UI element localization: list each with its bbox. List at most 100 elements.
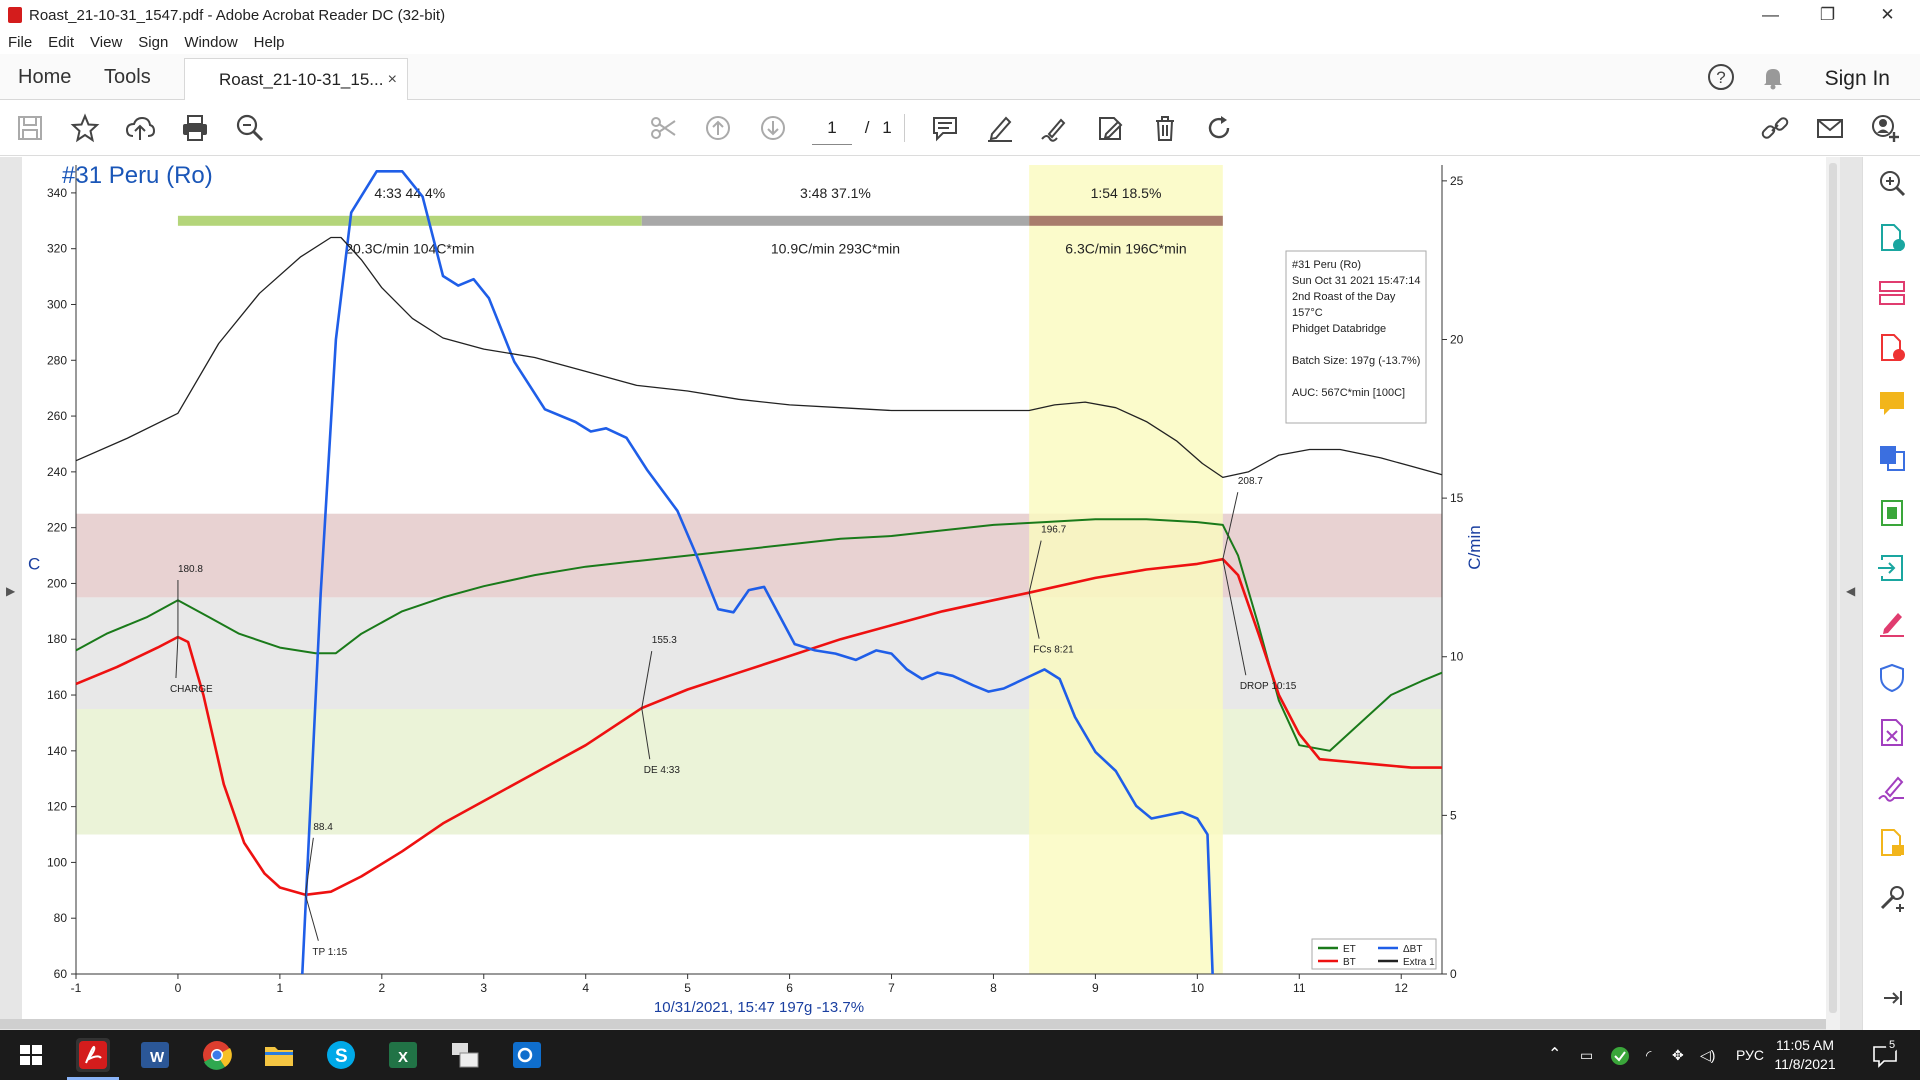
zoom-search-icon[interactable] (234, 112, 266, 144)
zoom-icon[interactable] (1876, 167, 1908, 199)
previous-page-icon[interactable] (702, 112, 734, 144)
share-link-icon[interactable] (1759, 112, 1791, 144)
next-page-icon[interactable] (757, 112, 789, 144)
organize-pages-icon[interactable] (1876, 277, 1908, 309)
menu-edit[interactable]: Edit (40, 34, 82, 51)
edit-pdf-icon[interactable] (1094, 112, 1126, 144)
menu-file[interactable]: File (0, 34, 40, 51)
roast-chart: 6080100120140160180200220240260280300320… (28, 162, 1484, 1016)
y-tick-label: 60 (54, 967, 68, 981)
menu-bar: File Edit View Sign Window Help (0, 30, 1920, 54)
chrome-taskbar-icon[interactable] (200, 1038, 234, 1072)
security-check-icon[interactable] (1610, 1030, 1630, 1080)
send-for-review-icon[interactable] (1876, 827, 1908, 859)
phase-label: 1:54 18.5% (1091, 185, 1162, 201)
page-separator: / (864, 118, 870, 137)
temperature-band (76, 597, 1442, 709)
phase-stats: 10.9C/min 293C*min (771, 241, 900, 257)
main-toolbar: 1 / 1 (0, 100, 1920, 156)
outlook-taskbar-icon[interactable] (510, 1038, 544, 1072)
prepare-form-icon[interactable] (1876, 717, 1908, 749)
rotate-icon[interactable] (1204, 112, 1236, 144)
notifications-icon[interactable]: 5 (1872, 1030, 1899, 1080)
comment-icon[interactable] (929, 112, 961, 144)
cloud-upload-icon[interactable] (124, 112, 156, 144)
y-tick-label: 120 (47, 800, 67, 814)
excel-taskbar-icon[interactable]: X (386, 1038, 420, 1072)
delete-icon[interactable] (1149, 112, 1181, 144)
x-tick-label: 11 (1293, 981, 1306, 995)
y-tick-label: 280 (47, 353, 67, 367)
add-user-icon[interactable] (1869, 112, 1901, 144)
menu-window[interactable]: Window (176, 34, 245, 51)
skype-taskbar-icon[interactable]: S (324, 1038, 358, 1072)
sign-pen-icon[interactable] (1039, 112, 1071, 144)
scan-icon[interactable] (1876, 552, 1908, 584)
compress-pdf-icon[interactable] (1876, 497, 1908, 529)
annotation-event: DROP 10:15 (1240, 681, 1297, 692)
highlight-pen-icon[interactable] (984, 112, 1016, 144)
sign-in-button[interactable]: Sign In (1825, 54, 1890, 100)
combine-files-icon[interactable] (1876, 442, 1908, 474)
y-tick-label: 200 (47, 576, 67, 590)
minimize-button[interactable]: — (1743, 0, 1798, 30)
bell-icon[interactable] (1758, 62, 1788, 92)
y-tick-label: 80 (54, 911, 68, 925)
svg-text:S: S (335, 1046, 348, 1067)
word-taskbar-icon[interactable]: W (138, 1038, 172, 1072)
comment-tool-icon[interactable] (1876, 387, 1908, 419)
menu-help[interactable]: Help (246, 34, 293, 51)
help-icon[interactable]: ? (1706, 62, 1736, 92)
battery-icon[interactable]: ▭ (1580, 1030, 1593, 1080)
create-pdf-icon[interactable] (1876, 332, 1908, 364)
menu-view[interactable]: View (82, 34, 130, 51)
start-windows-icon[interactable] (14, 1038, 48, 1072)
tab-document[interactable]: Roast_21-10-31_15... × (184, 58, 408, 100)
scissors-icon[interactable] (647, 112, 679, 144)
fill-sign-icon[interactable] (1876, 607, 1908, 639)
x-tick-label: 9 (1092, 981, 1099, 995)
y-tick-label: 160 (47, 688, 67, 702)
temperature-band (76, 708, 1442, 835)
close-window-button[interactable]: ✕ (1860, 0, 1915, 30)
tools-panel (1862, 157, 1920, 1030)
protect-shield-icon[interactable] (1876, 662, 1908, 694)
close-tab-button[interactable]: × (388, 59, 397, 101)
vertical-scrollbar[interactable] (1826, 157, 1840, 1030)
file-explorer-taskbar-icon[interactable] (262, 1038, 296, 1072)
clock-time: 11:05 AM (1775, 1037, 1835, 1053)
network-taskbar-icon[interactable] (448, 1038, 482, 1072)
horizontal-scrollbar[interactable] (0, 1019, 1826, 1029)
star-icon[interactable] (69, 112, 101, 144)
info-line: 2nd Roast of the Day (1292, 291, 1396, 303)
x-tick-label: 6 (786, 981, 793, 995)
document-area[interactable]: ▶ 60 80 100 120 140 160 180 200 220 240 260 280 300 3… (0, 157, 1862, 1030)
annotation-event: CHARGE (170, 684, 213, 695)
tray-expand-icon[interactable]: ⌃ (1548, 1030, 1561, 1080)
tab-tools[interactable]: Tools (104, 54, 151, 100)
wifi-icon[interactable]: ◜ (1646, 1030, 1651, 1080)
right-panel-collapse-icon[interactable]: ◀ (1846, 584, 1855, 598)
panel-collapse-arrow-icon[interactable] (1876, 982, 1908, 1014)
toolbar-divider (904, 114, 905, 142)
print-icon[interactable] (179, 112, 211, 144)
more-tools-icon[interactable] (1876, 882, 1908, 914)
save-icon[interactable] (14, 112, 46, 144)
acrobat-taskbar-icon[interactable] (67, 1038, 119, 1080)
clock[interactable]: 11:05 AM 11/8/2021 (1760, 1036, 1850, 1074)
menu-sign[interactable]: Sign (130, 34, 176, 51)
x-tick-label: 8 (990, 981, 997, 995)
tab-home[interactable]: Home (18, 54, 71, 100)
annotation-value: 155.3 (652, 635, 677, 646)
export-pdf-icon[interactable] (1876, 222, 1908, 254)
volume-icon[interactable]: ◁) (1700, 1030, 1715, 1080)
dropbox-icon[interactable]: ✥ (1672, 1030, 1684, 1080)
legend-label: Extra 1 (1403, 957, 1435, 968)
scroll-thumb[interactable] (1829, 163, 1837, 1013)
email-icon[interactable] (1814, 112, 1846, 144)
request-signature-icon[interactable] (1876, 772, 1908, 804)
restore-button[interactable]: ❐ (1800, 0, 1855, 30)
left-panel-expand-icon[interactable]: ▶ (6, 584, 15, 598)
current-page-input[interactable]: 1 (812, 112, 852, 145)
info-line: AUC: 567C*min [100C] (1292, 387, 1405, 399)
